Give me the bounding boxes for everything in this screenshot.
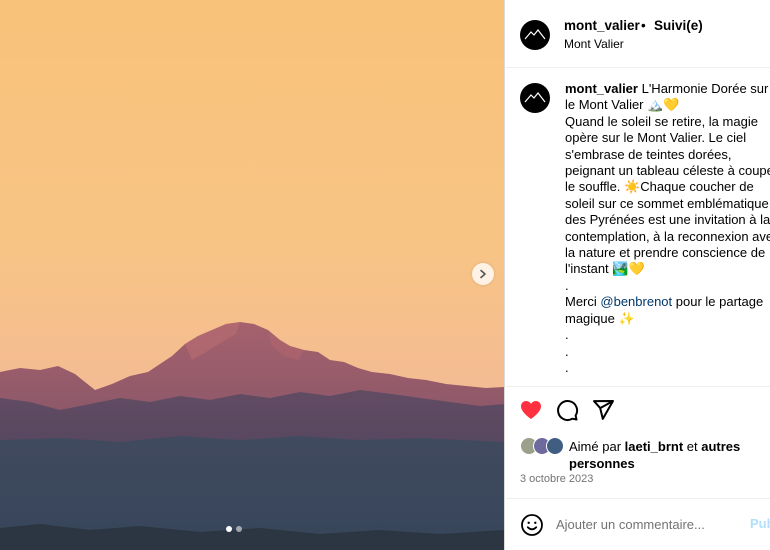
caption-area: mont_valier L'Harmonie Dorée sur le Mont… [506, 69, 770, 387]
post-media [0, 0, 505, 550]
header-username[interactable]: mont_valier [564, 18, 640, 33]
liker-avatars [520, 437, 568, 455]
carousel-indicator [226, 526, 242, 532]
likes-text: Aimé par laeti_brnt et autres personnes [569, 438, 769, 472]
comment-bar: Publier [506, 498, 770, 550]
caption-avatar[interactable] [520, 83, 550, 113]
comment-input[interactable] [556, 513, 732, 535]
follow-button[interactable]: Suivi(e) [654, 18, 703, 33]
likes-conjunction: et [683, 439, 702, 454]
caption-text: L'Harmonie Dorée sur le Mont Valier 🏔️💛 … [565, 81, 770, 310]
avatar[interactable] [520, 20, 550, 50]
likes-prefix: Aimé par [569, 439, 625, 454]
mountain-sunset-photo [0, 0, 504, 550]
heart-icon [521, 401, 541, 419]
likes-summary: Aimé par laeti_brnt et autres personnes [520, 437, 770, 473]
liker-avatar [546, 437, 564, 455]
carousel-dot [236, 526, 242, 532]
carousel-dot-active [226, 526, 232, 532]
comment-icon [557, 400, 579, 422]
comment-button[interactable] [555, 398, 581, 424]
like-button[interactable] [519, 398, 545, 424]
carousel-next-button[interactable] [472, 263, 494, 285]
post-comment-button[interactable]: Publier [750, 516, 770, 531]
chevron-right-icon [480, 269, 486, 279]
post-header: mont_valier • Suivi(e) Mont Valier [506, 0, 770, 68]
post-caption: mont_valier L'Harmonie Dorée sur le Mont… [565, 81, 770, 376]
location-link[interactable]: Mont Valier [564, 37, 624, 51]
share-button[interactable] [591, 398, 617, 424]
emoji-icon [521, 514, 543, 536]
action-bar [506, 398, 770, 428]
caption-username[interactable]: mont_valier [565, 81, 638, 96]
post-date: 3 octobre 2023 [520, 473, 594, 485]
mountain-logo-icon [524, 29, 546, 40]
emoji-button[interactable] [520, 513, 544, 537]
liker-username[interactable]: laeti_brnt [625, 439, 684, 454]
share-icon [593, 400, 614, 420]
mountain-logo-icon [524, 92, 546, 103]
caption-mention[interactable]: @benbrenot [600, 294, 672, 309]
header-separator: • [641, 18, 646, 33]
post-side-panel: mont_valier • Suivi(e) Mont Valier mont_… [506, 0, 770, 550]
